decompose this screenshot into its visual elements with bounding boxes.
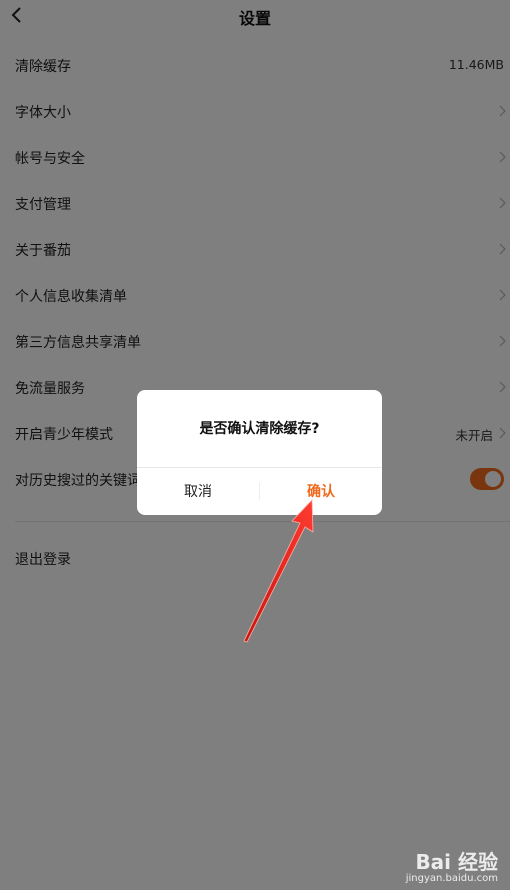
annotation-arrow-icon bbox=[243, 499, 314, 643]
watermark: Bai 经验 jingyan.baidu.com bbox=[406, 846, 498, 884]
watermark-logo: Bai 经验 bbox=[415, 850, 498, 874]
watermark-url: jingyan.baidu.com bbox=[405, 873, 498, 884]
